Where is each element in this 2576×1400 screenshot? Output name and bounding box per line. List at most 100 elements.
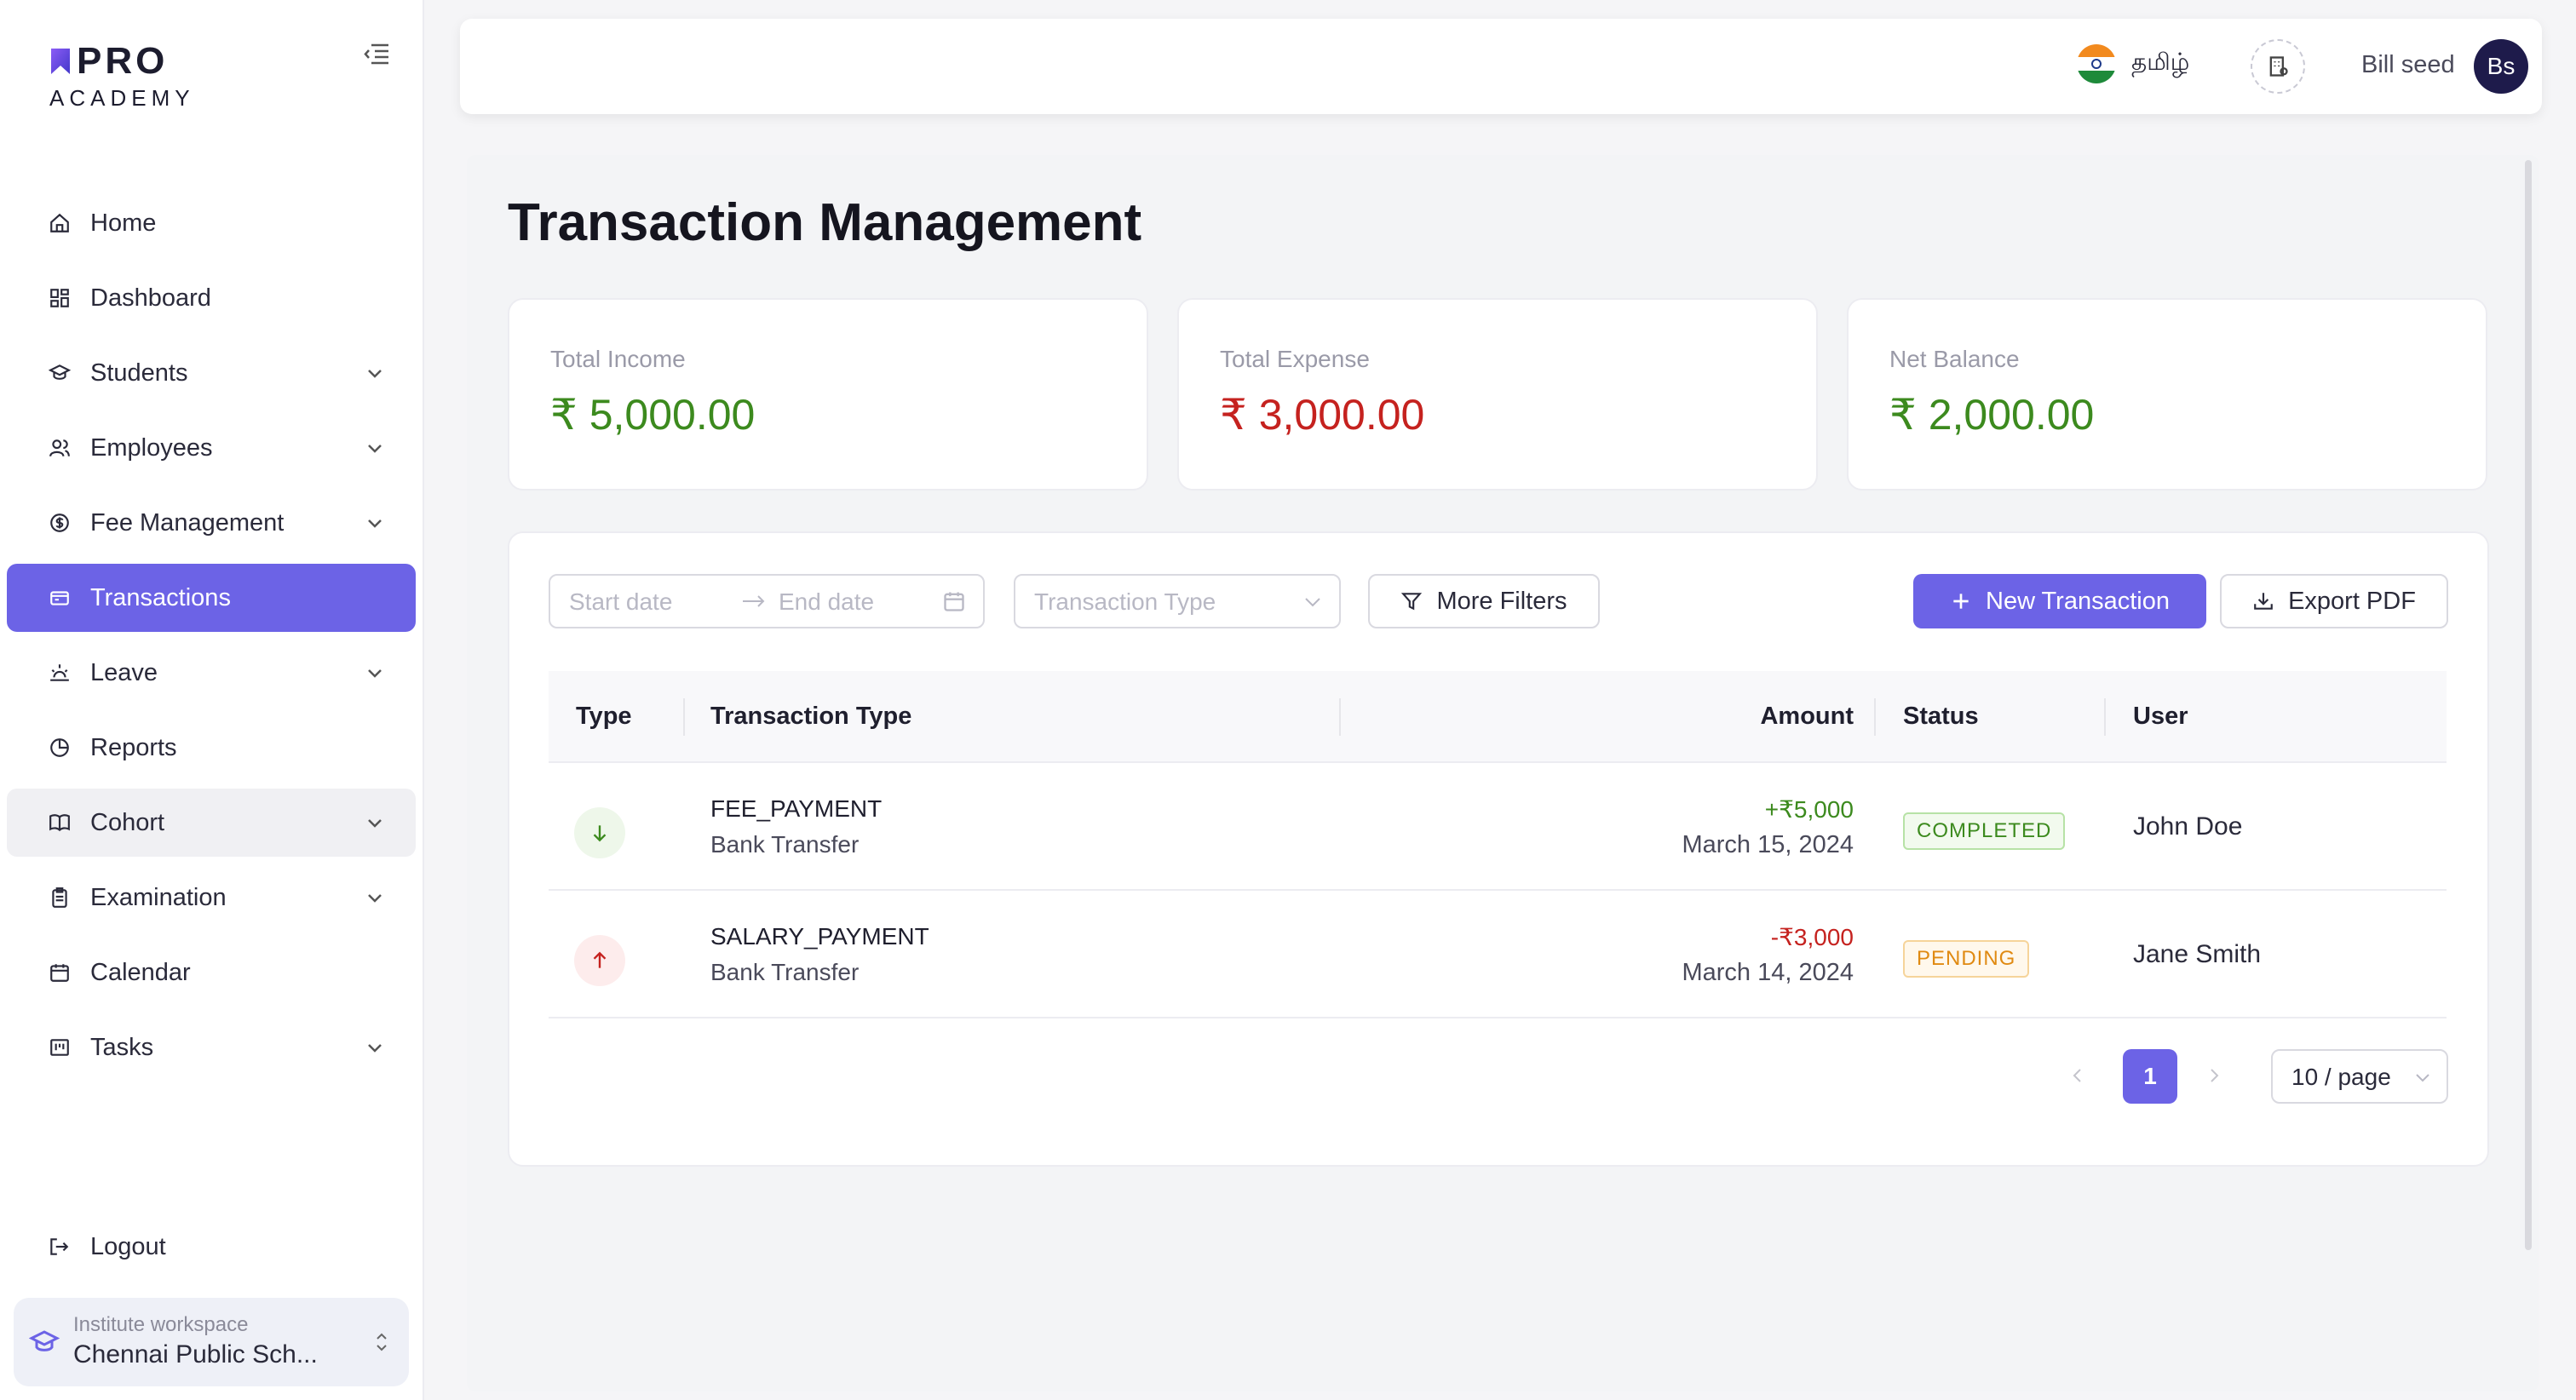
sidebar-item-students[interactable]: Students <box>7 339 416 407</box>
chevron-down-icon <box>368 370 382 378</box>
page-number-current[interactable]: 1 <box>2123 1049 2177 1104</box>
sidebar-item-label: Examination <box>90 883 227 911</box>
end-date-input[interactable]: End date <box>779 588 874 616</box>
export-pdf-label: Export PDF <box>2288 587 2416 615</box>
chevron-right-icon[interactable] <box>2205 1066 2223 1085</box>
column-header-amount[interactable]: Amount <box>1760 703 1854 731</box>
transaction-type-placeholder: Transaction Type <box>1034 588 1216 615</box>
column-header-transaction-type[interactable]: Transaction Type <box>710 703 911 731</box>
clipboard-icon <box>48 886 72 909</box>
sidebar-item-label: Transactions <box>90 583 231 611</box>
logout-icon <box>48 1236 72 1259</box>
building-icon[interactable] <box>2251 39 2305 94</box>
users-icon <box>48 436 72 460</box>
sidebar-item-transactions[interactable]: Transactions <box>7 564 416 632</box>
transaction-type: SALARY_PAYMENT <box>710 923 929 950</box>
vertical-scrollbar[interactable] <box>2525 160 2532 1250</box>
net-balance-card: Net Balance ₹ 2,000.00 <box>1847 298 2487 491</box>
stat-value: ₹ 3,000.00 <box>1220 391 1425 439</box>
page-title: Transaction Management <box>508 193 1142 252</box>
brand-name-top: PRO <box>77 40 169 82</box>
sidebar-item-examination[interactable]: Examination <box>7 864 416 932</box>
graduation-cap-icon <box>29 1330 60 1351</box>
transaction-type-select[interactable]: Transaction Type <box>1014 574 1341 628</box>
bookmark-logo-icon <box>51 49 70 74</box>
transaction-type: FEE_PAYMENT <box>710 795 883 822</box>
sidebar-item-calendar[interactable]: Calendar <box>7 938 416 1007</box>
workspace-switcher[interactable]: Institute workspace Chennai Public Sch..… <box>14 1298 409 1386</box>
home-icon <box>48 211 72 235</box>
sidebar-item-cohort[interactable]: Cohort <box>7 789 416 857</box>
calendar-icon <box>944 592 964 611</box>
brand-name-bottom: ACADEMY <box>49 85 195 111</box>
brand-logo[interactable]: PRO ACADEMY <box>49 43 195 112</box>
pie-chart-icon <box>48 736 72 760</box>
export-pdf-button[interactable]: Export PDF <box>2220 574 2448 628</box>
grid-icon <box>48 286 72 310</box>
transaction-amount: -₹3,000 <box>1770 924 1854 950</box>
stat-label: Net Balance <box>1889 346 2020 372</box>
chevron-down-icon <box>1305 598 1320 607</box>
new-transaction-button[interactable]: New Transaction <box>1913 574 2206 628</box>
table-row[interactable]: SALARY_PAYMENT Bank Transfer -₹3,000 Mar… <box>549 891 2447 1018</box>
chevron-down-icon <box>368 669 382 678</box>
table-row[interactable]: FEE_PAYMENT Bank Transfer +₹5,000 March … <box>549 763 2447 891</box>
sidebar-item-label: Dashboard <box>90 284 211 312</box>
page-size-value: 10 / page <box>2291 1064 2391 1090</box>
avatar[interactable]: Bs <box>2474 39 2528 94</box>
arrow-down-icon <box>574 807 625 858</box>
chevron-down-icon <box>368 1044 382 1053</box>
page-size-select[interactable]: 10 / page <box>2271 1049 2448 1104</box>
language-selector[interactable]: தமிழ் <box>2077 44 2189 83</box>
date-range-picker[interactable]: Start date End date <box>549 574 985 628</box>
chevron-down-icon <box>368 894 382 903</box>
stat-label: Total Income <box>550 346 686 372</box>
sidebar-item-label: Reports <box>90 733 177 761</box>
sidebar-item-label: Home <box>90 209 157 237</box>
more-filters-label: More Filters <box>1436 587 1567 615</box>
more-filters-button[interactable]: More Filters <box>1368 574 1600 628</box>
start-date-input[interactable]: Start date <box>569 588 672 616</box>
collapse-sidebar-icon[interactable] <box>361 41 392 66</box>
sidebar-item-employees[interactable]: Employees <box>7 414 416 482</box>
sidebar-item-tasks[interactable]: Tasks <box>7 1013 416 1082</box>
column-header-status[interactable]: Status <box>1903 703 1979 731</box>
column-header-type[interactable]: Type <box>576 703 632 731</box>
transaction-amount: +₹5,000 <box>1764 796 1854 823</box>
sidebar-item-home[interactable]: Home <box>7 189 416 257</box>
logout-label: Logout <box>90 1233 166 1260</box>
column-header-user[interactable]: User <box>2133 703 2188 731</box>
sidebar-item-label: Calendar <box>90 958 191 986</box>
new-transaction-label: New Transaction <box>1986 587 2170 615</box>
sidebar-nav: Home Dashboard Students Employees Fee Ma… <box>7 189 416 1088</box>
chevron-left-icon[interactable] <box>2068 1066 2087 1085</box>
graduation-icon <box>48 361 72 385</box>
logout-button[interactable]: Logout <box>48 1233 166 1261</box>
sunrise-icon <box>48 661 72 685</box>
payment-method: Bank Transfer <box>710 959 860 985</box>
stat-value: ₹ 2,000.00 <box>1889 391 2095 439</box>
plus-icon <box>1953 594 1969 609</box>
chevron-down-icon <box>2416 1074 2429 1082</box>
sidebar-item-fee-management[interactable]: Fee Management <box>7 489 416 557</box>
sidebar-item-dashboard[interactable]: Dashboard <box>7 264 416 332</box>
sidebar-item-reports[interactable]: Reports <box>7 714 416 782</box>
status-badge: PENDING <box>1903 940 2030 978</box>
total-income-card: Total Income ₹ 5,000.00 <box>508 298 1148 491</box>
sidebar: PRO ACADEMY Home Dashboard Students Empl… <box>0 0 424 1400</box>
transaction-date: March 14, 2024 <box>1682 959 1854 986</box>
total-expense-card: Total Expense ₹ 3,000.00 <box>1177 298 1818 491</box>
india-flag-icon <box>2077 44 2116 83</box>
transaction-user: Jane Smith <box>2133 940 2262 968</box>
arrow-right-icon <box>743 595 765 607</box>
calendar-icon <box>48 961 72 984</box>
user-name[interactable]: Bill seed <box>2361 51 2455 79</box>
book-icon <box>48 811 72 835</box>
wallet-icon <box>48 586 72 610</box>
sidebar-item-label: Fee Management <box>90 508 285 536</box>
dollar-circle-icon <box>48 511 72 535</box>
transaction-user: John Doe <box>2133 812 2243 841</box>
stat-value: ₹ 5,000.00 <box>550 391 756 439</box>
transactions-table: Type Transaction Type Amount Status User… <box>549 671 2447 1018</box>
sidebar-item-leave[interactable]: Leave <box>7 639 416 707</box>
